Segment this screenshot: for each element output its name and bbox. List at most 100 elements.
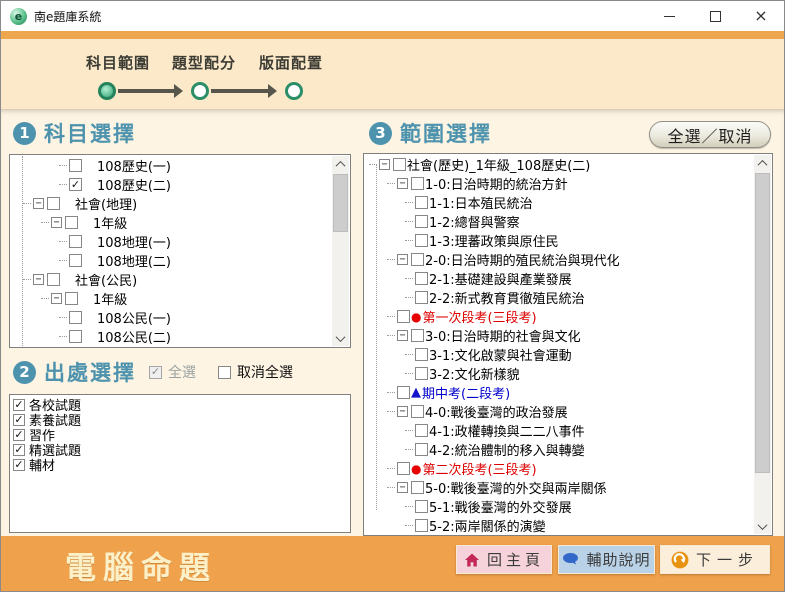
- collapse-icon[interactable]: −: [379, 159, 390, 170]
- checkbox[interactable]: ✓: [69, 178, 82, 191]
- checkbox[interactable]: [393, 158, 406, 171]
- checkbox[interactable]: [415, 519, 428, 532]
- next-button[interactable]: 下一步: [660, 545, 770, 574]
- collapse-icon[interactable]: −: [51, 293, 62, 304]
- scroll-down-button[interactable]: [754, 518, 771, 534]
- deselect-all-checkbox[interactable]: 取消全選: [218, 362, 293, 382]
- tree-item[interactable]: ●第二次段考(三段考): [365, 459, 754, 478]
- tree-item[interactable]: −社會(地理): [11, 194, 332, 213]
- checkbox[interactable]: [397, 310, 410, 323]
- checkbox[interactable]: [47, 197, 60, 210]
- checkbox[interactable]: [69, 311, 82, 324]
- tree-item[interactable]: 3-1:文化啟蒙與社會運動: [365, 345, 754, 364]
- checkbox[interactable]: ✓: [13, 399, 25, 411]
- scrollbar-thumb[interactable]: [755, 173, 770, 473]
- tree-item[interactable]: −1-0:日治時期的統治方針: [365, 174, 754, 193]
- checkbox[interactable]: [415, 348, 428, 361]
- collapse-icon[interactable]: −: [397, 482, 408, 493]
- checkbox[interactable]: [415, 367, 428, 380]
- scope-tree-scrollbar[interactable]: [754, 155, 771, 534]
- select-all-checkbox[interactable]: ✓ 全選: [149, 362, 196, 382]
- checkbox[interactable]: [411, 177, 424, 190]
- checkbox[interactable]: [69, 330, 82, 343]
- checkbox[interactable]: [415, 500, 428, 513]
- checkbox[interactable]: [69, 235, 82, 248]
- tree-item[interactable]: −4-0:戰後臺灣的政治發展: [365, 402, 754, 421]
- select-all-toggle-button[interactable]: 全選／取消: [649, 121, 771, 148]
- checkbox[interactable]: [411, 405, 424, 418]
- checkbox[interactable]: [65, 216, 78, 229]
- tree-item[interactable]: 108公民(二): [11, 327, 332, 346]
- tree-item[interactable]: 5-1:戰後臺灣的外交發展: [365, 497, 754, 516]
- collapse-icon[interactable]: −: [397, 178, 408, 189]
- checkbox[interactable]: [411, 481, 424, 494]
- checkbox[interactable]: ✓: [13, 444, 25, 456]
- collapse-icon[interactable]: −: [397, 406, 408, 417]
- tree-item[interactable]: 108地理(二): [11, 251, 332, 270]
- collapse-icon[interactable]: −: [397, 330, 408, 341]
- source-list-item[interactable]: ✓素養試題: [10, 412, 350, 427]
- tree-item[interactable]: −1年級: [11, 289, 332, 308]
- checkbox[interactable]: [415, 443, 428, 456]
- footer-bar: 電腦命題 回主頁 輔助說明 下一步: [1, 536, 784, 592]
- check-icon: ✓: [151, 366, 160, 377]
- checkbox[interactable]: ✓: [13, 429, 25, 441]
- source-list-item[interactable]: ✓輔材: [10, 457, 350, 472]
- tree-item-label: 1-1:日本殖民統治: [429, 193, 533, 212]
- scroll-up-button[interactable]: [754, 155, 771, 171]
- tree-item[interactable]: − 3-0:日治時期的社會與文化: [365, 326, 754, 345]
- maximize-button[interactable]: [692, 1, 738, 31]
- checkbox[interactable]: [69, 254, 82, 267]
- tree-item[interactable]: 1-1:日本殖民統治: [365, 193, 754, 212]
- tree-item[interactable]: 1-3:理蕃政策與原住民: [365, 231, 754, 250]
- tree-item[interactable]: ✓108歷史(二): [11, 175, 332, 194]
- help-button[interactable]: 輔助說明: [558, 545, 655, 574]
- tree-item[interactable]: 5-2:兩岸關係的演變: [365, 516, 754, 534]
- checkbox[interactable]: [65, 292, 78, 305]
- checkbox[interactable]: ✓: [13, 459, 25, 471]
- checkbox[interactable]: [415, 196, 428, 209]
- home-button[interactable]: 回主頁: [456, 545, 552, 574]
- collapse-icon[interactable]: −: [33, 198, 44, 209]
- checkbox[interactable]: [415, 272, 428, 285]
- tree-item[interactable]: −2-0:日治時期的殖民統治與現代化: [365, 250, 754, 269]
- subject-tree-scrollbar[interactable]: [332, 156, 349, 346]
- tree-item[interactable]: −社會(公民): [11, 270, 332, 289]
- tree-item[interactable]: ▲期中考(二段考): [365, 383, 754, 402]
- section-title: 出處選擇: [44, 357, 136, 387]
- collapse-icon[interactable]: −: [33, 274, 44, 285]
- checkbox[interactable]: [411, 253, 424, 266]
- checkbox[interactable]: [415, 291, 428, 304]
- checkbox[interactable]: [397, 386, 410, 399]
- checkbox[interactable]: [411, 329, 424, 342]
- tree-item[interactable]: −社會(歷史)_1年級_108歷史(二): [365, 155, 754, 174]
- source-list-item[interactable]: ✓精選試題: [10, 442, 350, 457]
- collapse-icon[interactable]: −: [51, 217, 62, 228]
- scroll-up-button[interactable]: [332, 156, 349, 172]
- scrollbar-thumb[interactable]: [333, 174, 348, 232]
- checkbox[interactable]: [415, 424, 428, 437]
- tree-item[interactable]: ●第一次段考(三段考): [365, 307, 754, 326]
- tree-item-label: 3-0:日治時期的社會與文化: [425, 326, 581, 345]
- tree-item[interactable]: −1年級: [11, 213, 332, 232]
- checkbox[interactable]: [47, 273, 60, 286]
- checkbox[interactable]: [415, 215, 428, 228]
- tree-item[interactable]: 3-2:文化新樣貌: [365, 364, 754, 383]
- minimize-button[interactable]: [646, 1, 692, 31]
- checkbox[interactable]: [69, 159, 82, 172]
- checkbox[interactable]: ✓: [13, 414, 25, 426]
- tree-item[interactable]: 4-2:統治體制的移入與轉變: [365, 440, 754, 459]
- tree-item[interactable]: 108公民(一): [11, 308, 332, 327]
- tree-item[interactable]: 2-2:新式教育貫徹殖民統治: [365, 288, 754, 307]
- collapse-icon[interactable]: −: [397, 254, 408, 265]
- tree-item[interactable]: 108歷史(一): [11, 156, 332, 175]
- tree-item[interactable]: 2-1:基礎建設與產業發展: [365, 269, 754, 288]
- checkbox[interactable]: [415, 234, 428, 247]
- tree-item[interactable]: −5-0:戰後臺灣的外交與兩岸關係: [365, 478, 754, 497]
- checkbox[interactable]: [397, 462, 410, 475]
- close-button[interactable]: ×: [738, 1, 784, 31]
- tree-item[interactable]: 4-1:政權轉換與二二八事件: [365, 421, 754, 440]
- tree-item[interactable]: 108地理(一): [11, 232, 332, 251]
- scroll-down-button[interactable]: [332, 330, 349, 346]
- tree-item[interactable]: 1-2:總督與警察: [365, 212, 754, 231]
